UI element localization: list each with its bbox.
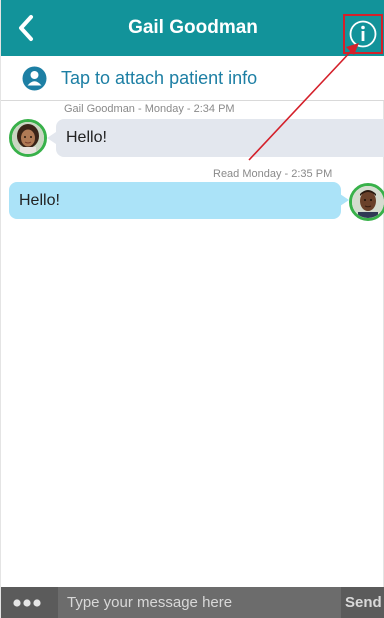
incoming-message-meta: Gail Goodman - Monday - 2:34 PM bbox=[64, 103, 235, 115]
sender-avatar[interactable] bbox=[9, 119, 47, 157]
attach-patient-info-label: Tap to attach patient info bbox=[61, 68, 258, 88]
incoming-message-bubble[interactable]: Hello! bbox=[56, 119, 384, 157]
header-bar: Gail Goodman bbox=[1, 0, 384, 56]
man-avatar-icon bbox=[352, 186, 384, 218]
user-avatar[interactable] bbox=[349, 183, 384, 221]
outgoing-bubble-tail bbox=[340, 194, 349, 206]
more-options-button[interactable] bbox=[11, 587, 51, 618]
message-input[interactable] bbox=[58, 587, 341, 618]
patient-icon bbox=[22, 66, 47, 91]
outgoing-message-meta: Read Monday - 2:35 PM bbox=[213, 168, 333, 180]
compose-bar: Send bbox=[1, 587, 384, 618]
info-circle-icon bbox=[349, 20, 377, 48]
outgoing-message-bubble[interactable]: Hello! bbox=[9, 182, 341, 219]
incoming-bubble-tail bbox=[47, 132, 56, 144]
page-title: Gail Goodman bbox=[128, 17, 258, 38]
chat-screen: Gail Goodman Tap to attach patient info … bbox=[0, 0, 384, 618]
attach-patient-info-bar[interactable]: Tap to attach patient info bbox=[1, 56, 384, 101]
more-dots-icon bbox=[13, 599, 41, 607]
woman-avatar-icon bbox=[12, 122, 44, 154]
send-button[interactable]: Send bbox=[345, 587, 384, 618]
info-button[interactable] bbox=[343, 14, 383, 54]
